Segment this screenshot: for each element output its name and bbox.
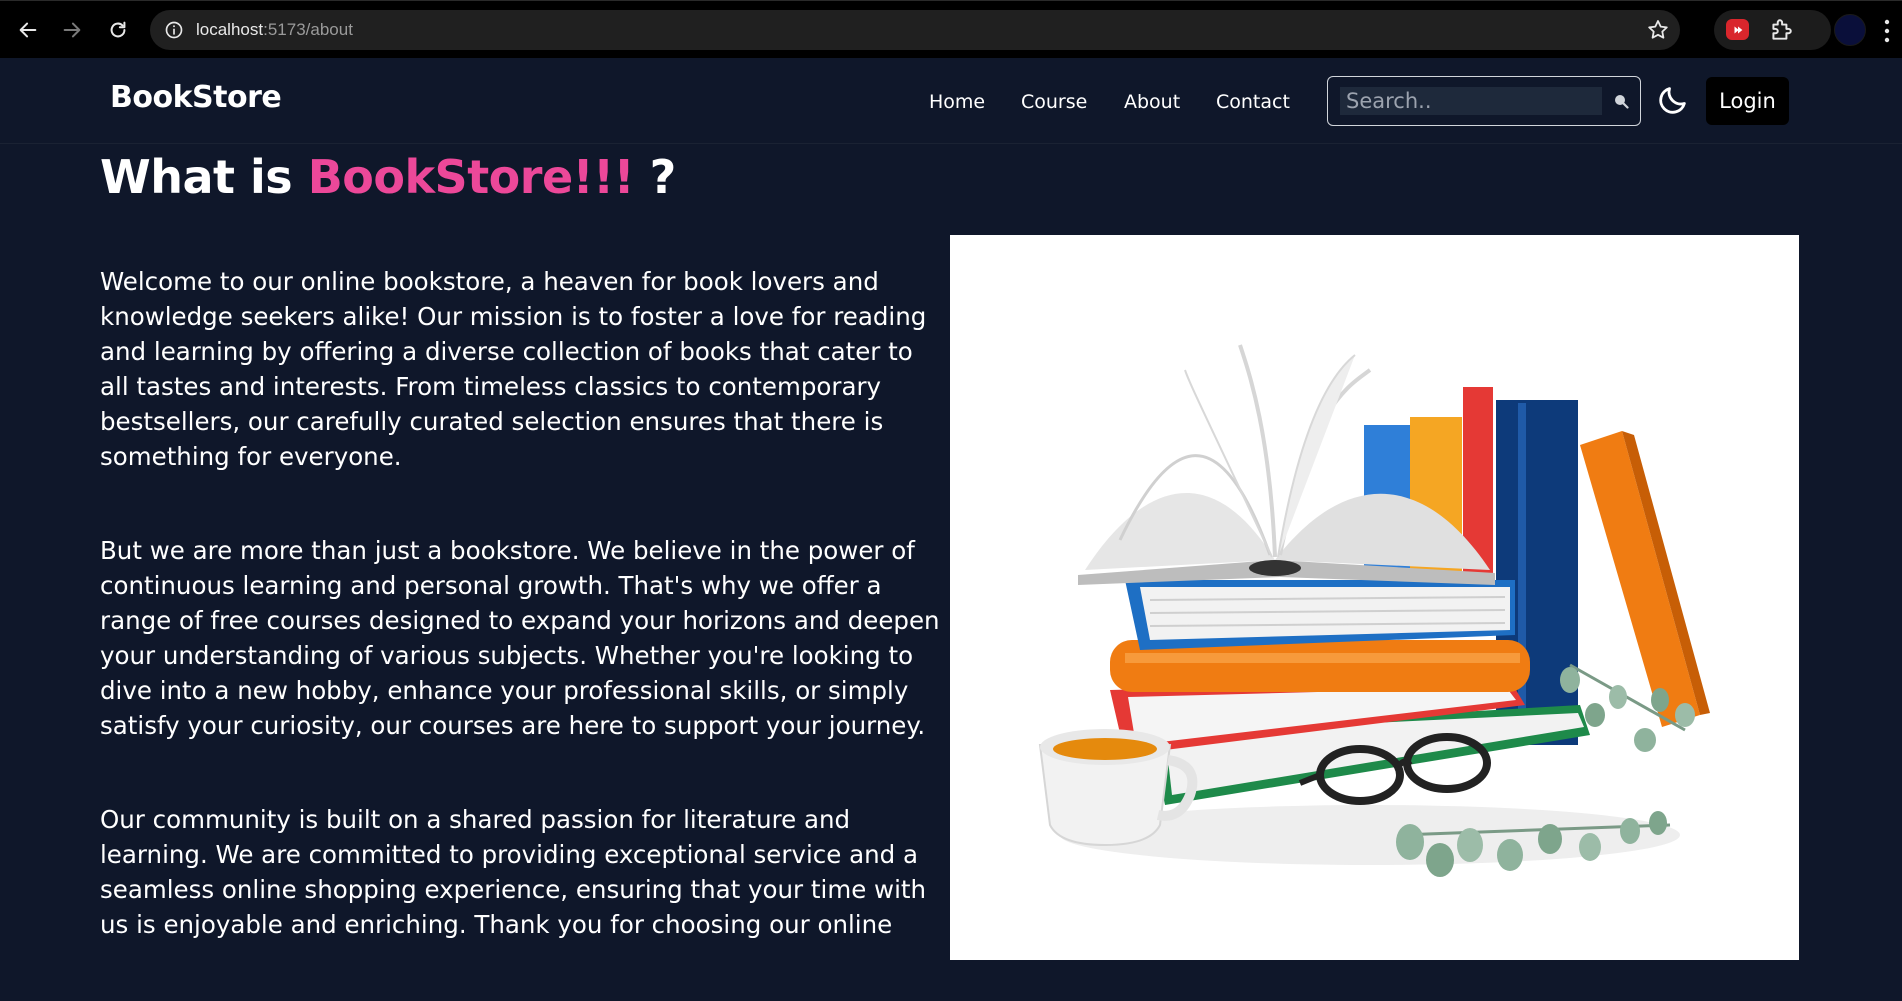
bookmark-star-icon[interactable] [1646,18,1670,42]
about-paragraph-2: But we are more than just a bookstore. W… [100,536,940,740]
youtube-extension-icon[interactable] [1726,19,1749,40]
title-brand: BookStore!!! [307,150,635,204]
about-paragraph-1: Welcome to our online bookstore, a heave… [100,267,927,471]
forward-arrow-icon[interactable] [58,16,86,44]
about-text: Welcome to our online bookstore, a heave… [100,264,942,1001]
back-arrow-icon[interactable] [14,16,42,44]
brand-logo[interactable]: BookStore [110,80,282,115]
login-button[interactable]: Login [1706,77,1789,125]
books-illustration [950,235,1799,960]
search-input[interactable] [1340,87,1602,115]
reload-icon[interactable] [104,16,132,44]
browser-toolbar: localhost:5173/about [0,0,1902,58]
more-menu-icon[interactable] [1884,19,1890,43]
nav-link-home[interactable]: Home [929,91,985,113]
site-navbar: BookStore Home Course About Contact Logi… [0,58,1902,144]
nav-link-about[interactable]: About [1124,91,1180,113]
url-path: :5173/about [263,20,353,39]
title-suffix: ? [634,150,677,204]
url-text: localhost:5173/about [196,20,353,40]
nav-link-course[interactable]: Course [1021,91,1087,113]
moon-icon[interactable] [1656,83,1690,117]
site-info-icon[interactable] [162,18,186,42]
search-icon[interactable] [1613,93,1629,109]
about-paragraph-3: Our community is built on a shared passi… [100,805,927,939]
nav-link-contact[interactable]: Contact [1216,91,1290,113]
search-box [1327,76,1641,126]
url-host: localhost [196,20,264,39]
profile-avatar[interactable] [1834,14,1866,46]
title-prefix: What is [100,150,308,204]
address-bar[interactable]: localhost:5173/about [150,10,1680,50]
extensions-puzzle-icon[interactable] [1768,17,1794,43]
page-title: What is BookStore!!! ? [100,150,676,204]
